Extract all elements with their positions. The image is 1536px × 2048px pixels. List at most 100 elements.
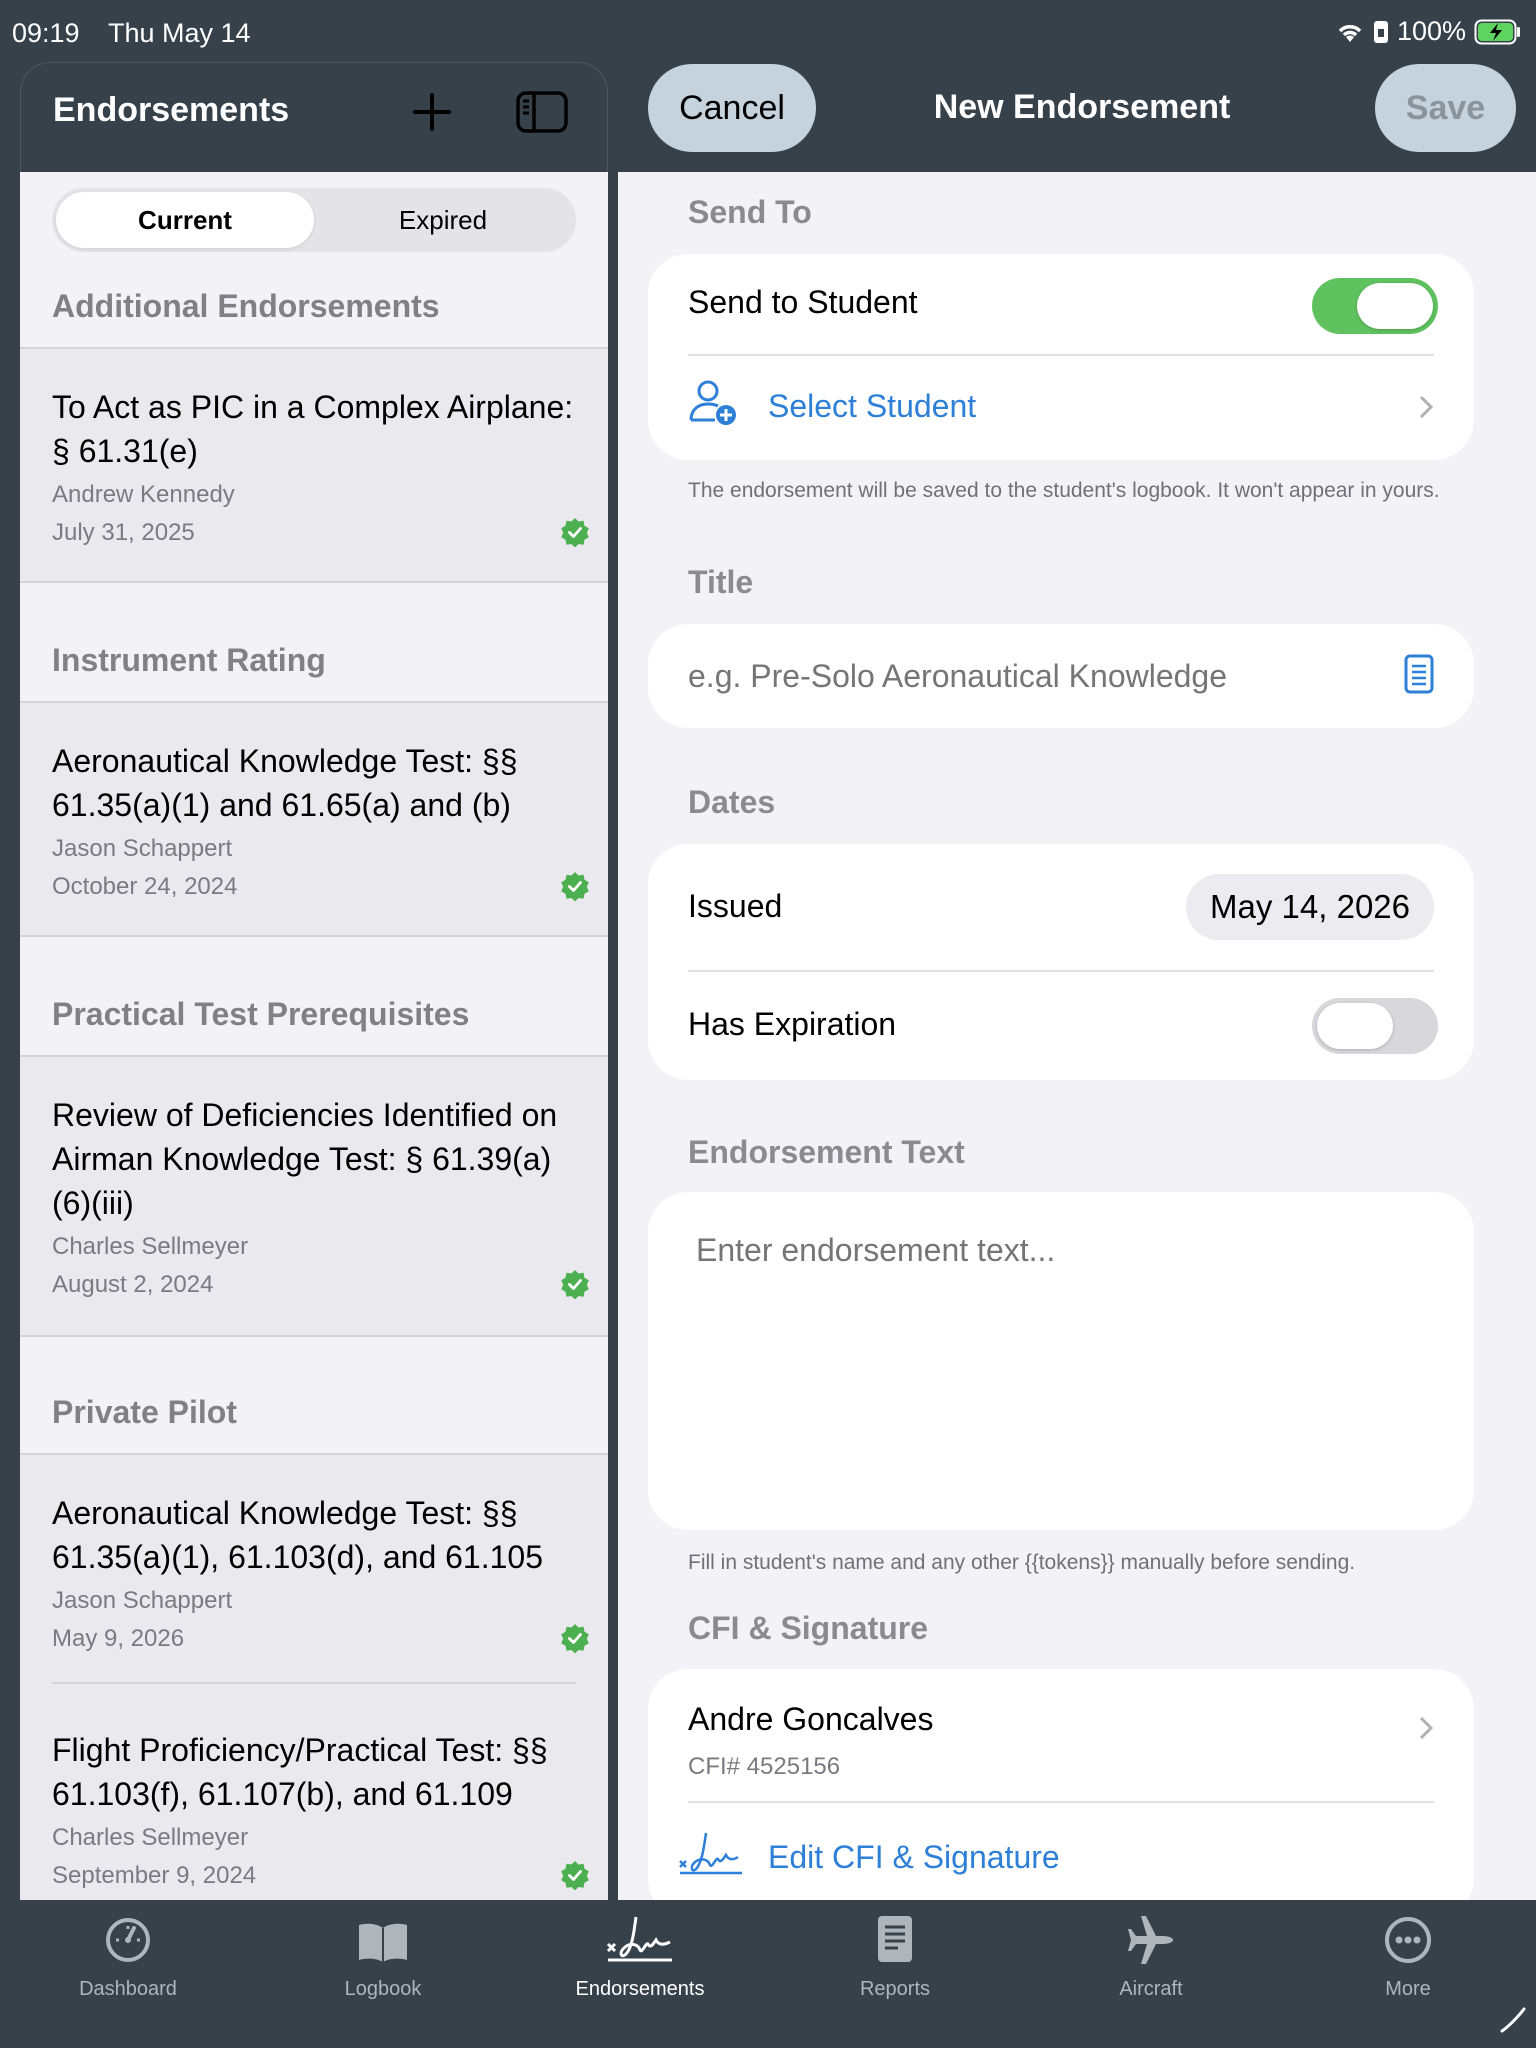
sim-icon <box>1373 20 1389 44</box>
send-to-label: Send To <box>688 194 812 230</box>
sidebar-header: Endorsements <box>20 62 608 172</box>
list-item[interactable]: Review of Deficiencies Identified on Air… <box>52 1093 576 1299</box>
tab-endorsements[interactable]: Endorsements <box>540 1916 740 2001</box>
toggle-sidebar-button[interactable] <box>515 87 569 141</box>
status-bar: 09:19 Thu May 14 100% <box>0 0 1536 62</box>
status-right: 100% <box>1335 16 1522 47</box>
issued-date-picker[interactable]: May 14, 2026 <box>1186 874 1434 940</box>
dates-label: Dates <box>688 784 776 820</box>
section-header: Instrument Rating <box>52 642 326 678</box>
section-header: Private Pilot <box>52 1394 237 1430</box>
tab-label: More <box>1385 1978 1431 2000</box>
tab-label: Dashboard <box>79 1978 177 2000</box>
edit-cfi-signature-button[interactable]: Edit CFI & Signature <box>768 1839 1434 1876</box>
tab-label: Logbook <box>344 1978 422 2000</box>
row-divider <box>688 354 1434 356</box>
endorsement-form: Send To Send to Student Select Student T… <box>618 172 1536 1919</box>
tab-label: Aircraft <box>1119 1978 1183 2000</box>
verified-badge-icon <box>560 517 590 548</box>
section-header: Additional Endorsements <box>52 288 440 324</box>
save-button[interactable]: Save <box>1375 64 1516 152</box>
dates-card: Issued May 14, 2026 Has Expiration <box>648 844 1474 1080</box>
tab-logbook[interactable]: Logbook <box>283 1918 483 2001</box>
tab-aircraft[interactable]: Aircraft <box>1051 1916 1251 2001</box>
send-to-note: The endorsement will be saved to the stu… <box>688 479 1440 502</box>
template-list-button[interactable] <box>1404 654 1434 699</box>
verified-badge-icon <box>560 1269 590 1300</box>
sidebar-title: Endorsements <box>53 91 290 129</box>
tab-label: Reports <box>859 1978 931 2000</box>
list-item[interactable]: To Act as PIC in a Complex Airplane: § 6… <box>52 385 576 547</box>
list-group: To Act as PIC in a Complex Airplane: § 6… <box>20 347 608 583</box>
endorsement-list: Current Expired Additional Endorsements … <box>20 172 608 1900</box>
send-to-student-toggle[interactable] <box>1312 278 1438 334</box>
list-item-date: September 9, 2024 <box>52 1862 257 1889</box>
segment-current[interactable]: Current <box>56 192 314 248</box>
tab-label: Endorsements <box>575 1978 705 2000</box>
tab-more[interactable]: More <box>1308 1916 1508 2001</box>
list-item[interactable]: Aeronautical Knowledge Test: §§ 61.35(a)… <box>52 739 576 901</box>
list-item-date: August 2, 2024 <box>52 1271 214 1298</box>
send-to-card: Send to Student Select Student <box>648 254 1474 460</box>
list-item-name: Jason Schappert <box>52 1587 233 1614</box>
signature-icon <box>606 1914 674 1970</box>
title-input[interactable] <box>688 650 1348 702</box>
person-add-icon <box>688 378 738 433</box>
verified-badge-icon <box>560 871 590 902</box>
list-item-name: Charles Sellmeyer <box>52 1824 249 1851</box>
verified-badge-icon <box>560 1860 590 1891</box>
page-title: New Endorsement <box>933 88 1231 126</box>
endorsement-text-note: Fill in student's name and any other {{t… <box>688 1551 1356 1574</box>
segment-expired[interactable]: Expired <box>314 192 572 248</box>
sidebar-icon <box>516 90 568 138</box>
tab-bar: Dashboard Logbook Endorsements Reports A… <box>0 1900 1536 2048</box>
document-icon <box>876 1914 914 1970</box>
signature-icon <box>678 1829 744 1882</box>
status-date: Thu May 14 <box>108 18 251 48</box>
cancel-button[interactable]: Cancel <box>648 64 816 152</box>
list-item-name: Jason Schappert <box>52 835 233 862</box>
cfi-name: Andre Goncalves <box>688 1701 934 1737</box>
select-student-button[interactable]: Select Student <box>768 388 1434 425</box>
list-document-icon <box>1404 654 1434 698</box>
pencil-indicator-icon <box>1498 2005 1528 2040</box>
list-group: Aeronautical Knowledge Test: §§ 61.35(a)… <box>20 1453 608 1900</box>
ellipsis-icon <box>1384 1916 1432 1970</box>
list-item-title: To Act as PIC in a Complex Airplane: § 6… <box>52 389 574 469</box>
list-item-title: Aeronautical Knowledge Test: §§ 61.35(a)… <box>52 743 518 823</box>
list-group: Aeronautical Knowledge Test: §§ 61.35(a)… <box>20 701 608 937</box>
gauge-icon <box>104 1916 152 1970</box>
verified-badge-icon <box>560 1623 590 1654</box>
row-divider <box>688 970 1434 972</box>
list-item[interactable]: Flight Proficiency/Practical Test: §§ 61… <box>52 1728 576 1890</box>
book-icon <box>356 1920 410 1970</box>
row-divider <box>688 1801 1434 1803</box>
has-expiration-toggle[interactable] <box>1312 998 1438 1054</box>
battery-percent: 100% <box>1396 16 1466 46</box>
list-item-date: May 9, 2026 <box>52 1625 185 1652</box>
cfi-number: CFI# 4525156 <box>688 1753 841 1780</box>
list-item[interactable]: Aeronautical Knowledge Test: §§ 61.35(a)… <box>52 1491 576 1653</box>
tab-reports[interactable]: Reports <box>795 1916 995 2001</box>
list-item-name: Charles Sellmeyer <box>52 1233 249 1260</box>
section-header: Practical Test Prerequisites <box>52 996 470 1032</box>
list-group: Review of Deficiencies Identified on Air… <box>20 1055 608 1337</box>
list-item-date: October 24, 2024 <box>52 873 238 900</box>
cfi-card: Andre Goncalves CFI# 4525156 Edit CFI & … <box>648 1669 1474 1919</box>
tab-dashboard[interactable]: Dashboard <box>28 1918 228 2001</box>
status-time: 09:19 <box>12 18 80 48</box>
segmented-control: Current Expired <box>52 188 576 252</box>
list-item-name: Andrew Kennedy <box>52 481 235 508</box>
airplane-icon <box>1125 1916 1177 1970</box>
list-item-title: Aeronautical Knowledge Test: §§ 61.35(a)… <box>52 1495 543 1575</box>
list-item-title: Review of Deficiencies Identified on Air… <box>52 1097 558 1221</box>
cfi-signature-label: CFI & Signature <box>688 1610 929 1646</box>
plus-icon <box>412 92 452 137</box>
chevron-right-icon <box>1418 1715 1434 1746</box>
endorsement-text-label: Endorsement Text <box>688 1134 965 1170</box>
title-label: Title <box>688 564 754 600</box>
cfi-row[interactable]: Andre Goncalves CFI# 4525156 <box>648 1669 1474 1799</box>
endorsement-text-area[interactable] <box>696 1232 1436 1502</box>
title-card <box>648 624 1474 728</box>
add-button[interactable] <box>405 87 459 141</box>
